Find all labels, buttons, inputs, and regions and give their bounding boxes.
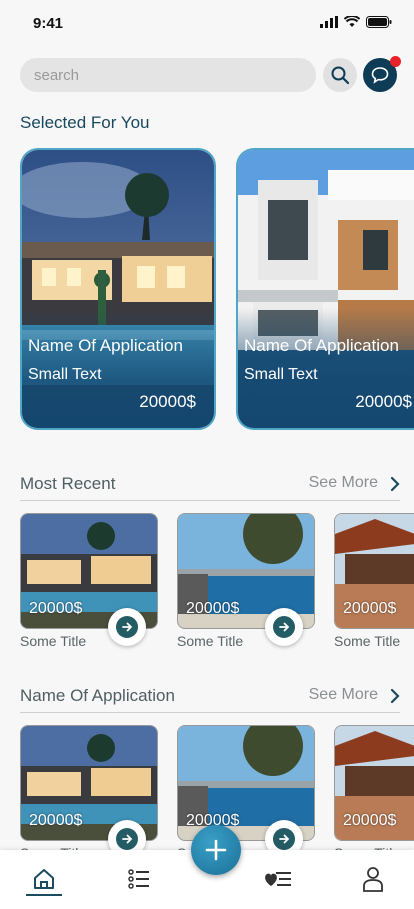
listing-price: 20000$ [343,600,397,617]
signal-icon [320,16,338,28]
search-icon [331,66,350,85]
home-icon [34,869,54,889]
arrow-right-icon [279,834,290,844]
featured-small-text: Small Text [28,366,102,383]
chevron-right-icon[interactable] [390,476,400,492]
listing-price: 20000$ [186,600,240,617]
featured-small-text: Small Text [244,366,318,383]
list-icon [128,869,149,889]
chevron-right-icon[interactable] [390,688,400,704]
listing-price: 20000$ [29,812,83,829]
featured-price: 20000$ [139,392,196,411]
featured-name: Name Of Application [28,336,183,355]
search-row [20,56,401,94]
recent-see-more-link[interactable]: See More [309,474,378,492]
status-icons [320,16,392,28]
search-input[interactable] [20,58,316,92]
listing-card[interactable]: 20000$ [334,725,414,841]
recent-section-title: Most Recent [20,474,116,493]
nav-list[interactable] [121,864,157,894]
nav-home[interactable] [26,864,62,894]
chat-icon [371,67,389,84]
chat-button[interactable] [363,56,401,92]
arrow-right-icon [122,834,133,844]
listing-price: 20000$ [343,812,397,829]
notification-dot [390,56,401,67]
nav-profile[interactable] [355,864,391,894]
featured-card[interactable]: Name Of Application Small Text 20000$ [20,148,216,430]
add-icon [205,839,227,861]
status-bar: 9:41 [0,0,414,48]
favorites-list-icon [265,872,291,886]
active-tab-indicator [26,894,62,896]
featured-price: 20000$ [355,392,412,411]
app-see-more-link[interactable]: See More [309,686,378,704]
open-listing-button[interactable] [108,608,146,646]
arrow-right-icon [122,622,133,632]
battery-icon [366,16,392,28]
add-button[interactable] [191,825,241,875]
listing-price: 20000$ [29,600,83,617]
listing-title: Some Title [334,633,401,649]
listing-card[interactable]: 20000$ [334,513,414,629]
listing-title: Some Title [177,633,244,649]
app-section-header: Name Of Application See More [20,682,400,713]
recent-section-header: Most Recent See More [20,470,400,501]
arrow-right-icon [279,622,290,632]
nav-favorites[interactable] [259,864,295,894]
listing-title: Some Title [20,633,87,649]
app-section-title: Name Of Application [20,686,175,705]
wifi-icon [344,16,360,27]
featured-card[interactable]: Name Of Application Small Text 20000$ [236,148,414,430]
status-time: 9:41 [33,15,64,32]
profile-icon [363,867,383,892]
featured-name: Name Of Application [244,336,399,355]
search-button[interactable] [323,58,357,92]
open-listing-button[interactable] [265,608,303,646]
selected-section-title: Selected For You [20,113,150,132]
